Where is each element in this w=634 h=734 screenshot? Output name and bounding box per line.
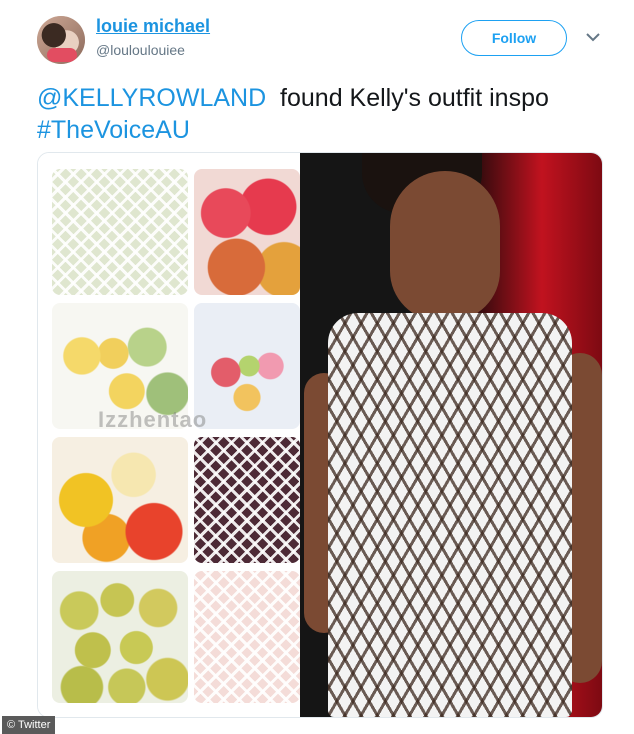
collage-watermark: Izzhentao — [98, 407, 208, 432]
grid-cell — [194, 571, 300, 703]
avatar[interactable] — [37, 16, 85, 64]
tweet-body: found Kelly's outfit inspo — [280, 84, 549, 112]
follow-button[interactable]: Follow — [461, 20, 567, 56]
chevron-down-icon[interactable] — [584, 30, 602, 44]
tweet-text: @KELLYROWLAND found Kelly's outfit inspo… — [37, 82, 617, 146]
grid-cell — [52, 437, 188, 563]
avatar-accent — [47, 48, 77, 62]
grid-cell — [52, 571, 188, 703]
net-dress — [328, 313, 572, 717]
grid-cell — [194, 169, 300, 295]
display-name[interactable]: louie michael — [96, 16, 210, 37]
mention-link[interactable]: @KELLYROWLAND — [37, 84, 266, 112]
tweet-media[interactable]: Izzhentao — [37, 152, 603, 718]
grid-cell — [194, 437, 300, 563]
source-label: © Twitter — [2, 716, 56, 734]
face — [390, 171, 500, 321]
hashtag-link[interactable]: #TheVoiceAU — [37, 116, 190, 144]
grid-cell — [52, 169, 188, 295]
grid-cell — [194, 303, 300, 429]
kelly-rowland-photo — [300, 153, 602, 717]
fruit-net-collage: Izzhentao — [38, 153, 300, 717]
user-handle[interactable]: @louloulouiee — [96, 42, 185, 58]
tweet-header: louie michael @louloulouiee Follow — [0, 0, 634, 80]
